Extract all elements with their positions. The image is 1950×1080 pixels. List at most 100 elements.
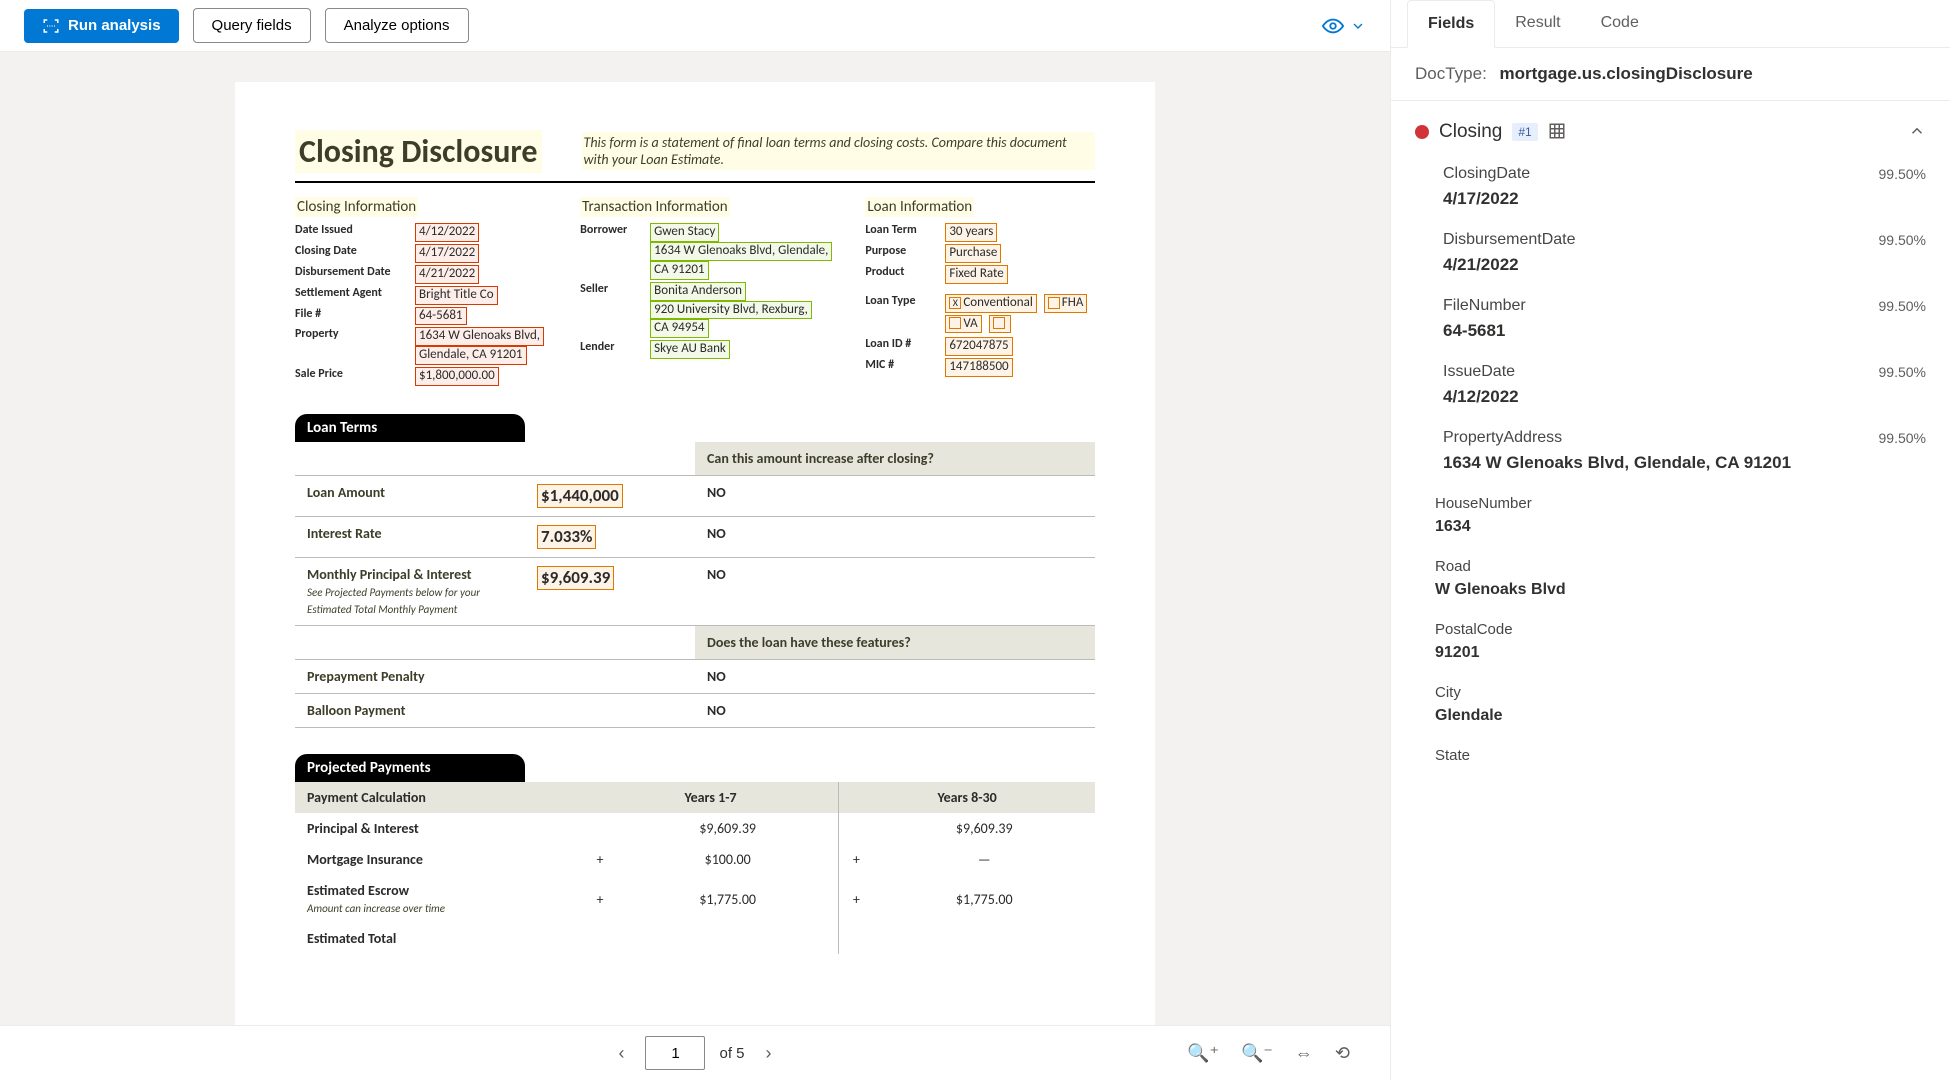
borrower-name: Gwen Stacy — [650, 223, 719, 242]
field-value: 1634 W Glenoaks Blvd, Glendale, CA 91201 — [1443, 453, 1926, 473]
status-dot-icon — [1415, 125, 1429, 139]
document-viewport[interactable]: Closing Disclosure This form is a statem… — [0, 52, 1390, 1025]
run-analysis-button[interactable]: Run analysis — [24, 9, 179, 43]
disbursement-date: 4/21/2022 — [415, 265, 479, 284]
field-value: 4/12/2022 — [1443, 387, 1926, 407]
results-panel: Fields Result Code DocType: mortgage.us.… — [1390, 0, 1950, 1080]
scan-icon — [42, 17, 60, 35]
field-item[interactable]: PropertyAddress 99.50% 1634 W Glenoaks Blv… — [1415, 421, 1926, 487]
result-tabs: Fields Result Code — [1391, 0, 1950, 48]
subfield-value: 1634 — [1435, 518, 1926, 536]
field-confidence: 99.50% — [1879, 364, 1926, 380]
closing-date: 4/17/2022 — [415, 244, 479, 263]
subfield-value: 91201 — [1435, 644, 1926, 662]
field-value: 4/21/2022 — [1443, 255, 1926, 275]
transaction-info-col: Transaction Information BorrowerGwen Sta… — [580, 197, 835, 388]
eye-icon — [1322, 15, 1344, 37]
field-name: ClosingDate — [1443, 165, 1530, 183]
transaction-info-heading: Transaction Information — [580, 197, 729, 217]
doc-subtitle: This form is a statement of final loan t… — [582, 132, 1095, 170]
pager: ‹ of 5 › 🔍⁺ 🔍⁻ ⇔ ⟲ — [0, 1025, 1390, 1080]
closing-info-col: Closing Information Date Issued4/12/2022… — [295, 197, 550, 388]
date-issued: 4/12/2022 — [415, 223, 479, 242]
fit-width-icon[interactable]: ⇔ — [1295, 1043, 1313, 1064]
subfield-item[interactable]: PostalCode 91201 — [1415, 613, 1926, 676]
mic-number: 147188500 — [945, 358, 1012, 377]
doctype-row: DocType: mortgage.us.closingDisclosure — [1391, 48, 1950, 101]
analyze-options-button[interactable]: Analyze options — [325, 8, 469, 43]
sale-price: $1,800,000.00 — [415, 367, 499, 386]
loan-term: 30 years — [945, 223, 997, 242]
property-line1: 1634 W Glenoaks Blvd, — [415, 327, 544, 346]
field-name: DisbursementDate — [1443, 231, 1576, 249]
document-page: Closing Disclosure This form is a statem… — [235, 82, 1155, 1025]
seller-name: Bonita Anderson — [650, 282, 746, 301]
field-item[interactable]: ClosingDate 99.50% 4/17/2022 — [1415, 157, 1926, 223]
loan-type-va: VA — [963, 316, 977, 331]
field-item[interactable]: FileNumber 99.50% 64-5681 — [1415, 289, 1926, 355]
subfield-item[interactable]: HouseNumber 1634 — [1415, 487, 1926, 550]
field-value: 64-5681 — [1443, 321, 1926, 341]
tab-fields[interactable]: Fields — [1407, 0, 1495, 48]
collapse-icon[interactable] — [1908, 122, 1926, 143]
field-confidence: 99.50% — [1879, 232, 1926, 248]
loan-product: Fixed Rate — [945, 265, 1007, 284]
subfield-name: City — [1435, 684, 1461, 701]
query-fields-button[interactable]: Query fields — [193, 8, 311, 43]
prev-page-button[interactable]: ‹ — [611, 1043, 631, 1064]
tab-result[interactable]: Result — [1495, 0, 1580, 47]
loan-purpose: Purchase — [945, 244, 1001, 263]
view-toggle[interactable] — [1322, 15, 1366, 37]
loan-id: 672047875 — [945, 337, 1012, 356]
field-item[interactable]: IssueDate 99.50% 4/12/2022 — [1415, 355, 1926, 421]
field-name: FileNumber — [1443, 297, 1526, 315]
field-confidence: 99.50% — [1879, 430, 1926, 446]
closing-info-heading: Closing Information — [295, 197, 418, 217]
grid-icon[interactable] — [1548, 122, 1566, 143]
group-name: Closing — [1439, 121, 1502, 143]
subfield-name: PostalCode — [1435, 621, 1513, 638]
subfield-name: State — [1435, 747, 1470, 764]
field-name: PropertyAddress — [1443, 429, 1562, 447]
group-badge: #1 — [1512, 123, 1537, 141]
page-input[interactable] — [645, 1036, 705, 1070]
interest-rate: 7.033% — [537, 525, 596, 549]
field-confidence: 99.50% — [1879, 166, 1926, 182]
subfield-item[interactable]: Road W Glenoaks Blvd — [1415, 550, 1926, 613]
toolbar: Run analysis Query fields Analyze option… — [0, 0, 1390, 52]
loan-info-col: Loan Information Loan Term30 years Purpo… — [865, 197, 1095, 388]
subfield-name: HouseNumber — [1435, 495, 1532, 512]
rotate-icon[interactable]: ⟲ — [1335, 1043, 1350, 1064]
chevron-down-icon — [1350, 18, 1366, 34]
subfield-item[interactable]: City Glendale — [1415, 676, 1926, 739]
doctype-value: mortgage.us.closingDisclosure — [1500, 64, 1753, 83]
settlement-agent: Bright Title Co — [415, 286, 498, 305]
loan-type-conventional: Conventional — [963, 295, 1032, 310]
run-analysis-label: Run analysis — [68, 17, 161, 34]
loan-type-fha: FHA — [1062, 295, 1084, 310]
loan-terms-table: Can this amount increase after closing? … — [295, 442, 1095, 728]
loan-terms-heading: Loan Terms — [295, 414, 525, 442]
subfield-item[interactable]: State — [1415, 739, 1926, 784]
field-name: IssueDate — [1443, 363, 1515, 381]
loan-info-heading: Loan Information — [865, 197, 974, 217]
page-total: of 5 — [719, 1045, 744, 1062]
tab-code[interactable]: Code — [1581, 0, 1659, 47]
loan-amount: $1,440,000 — [537, 484, 623, 508]
file-number: 64-5681 — [415, 307, 467, 326]
property-line2: Glendale, CA 91201 — [415, 346, 527, 365]
doc-title: Closing Disclosure — [295, 130, 542, 173]
zoom-in-icon[interactable]: 🔍⁺ — [1187, 1043, 1219, 1064]
field-value: 4/17/2022 — [1443, 189, 1926, 209]
monthly-pi: $9,609.39 — [537, 566, 614, 590]
subfield-value: Glendale — [1435, 707, 1926, 725]
zoom-out-icon[interactable]: 🔍⁻ — [1241, 1043, 1273, 1064]
field-item[interactable]: DisbursementDate 99.50% 4/21/2022 — [1415, 223, 1926, 289]
next-page-button[interactable]: › — [759, 1043, 779, 1064]
projected-payments-heading: Projected Payments — [295, 754, 525, 782]
projected-payments-table: Payment CalculationYears 1-7Years 8-30 P… — [295, 782, 1095, 954]
subfield-name: Road — [1435, 558, 1471, 575]
subfield-value: W Glenoaks Blvd — [1435, 581, 1926, 599]
field-confidence: 99.50% — [1879, 298, 1926, 314]
group-header[interactable]: Closing #1 — [1415, 111, 1926, 157]
